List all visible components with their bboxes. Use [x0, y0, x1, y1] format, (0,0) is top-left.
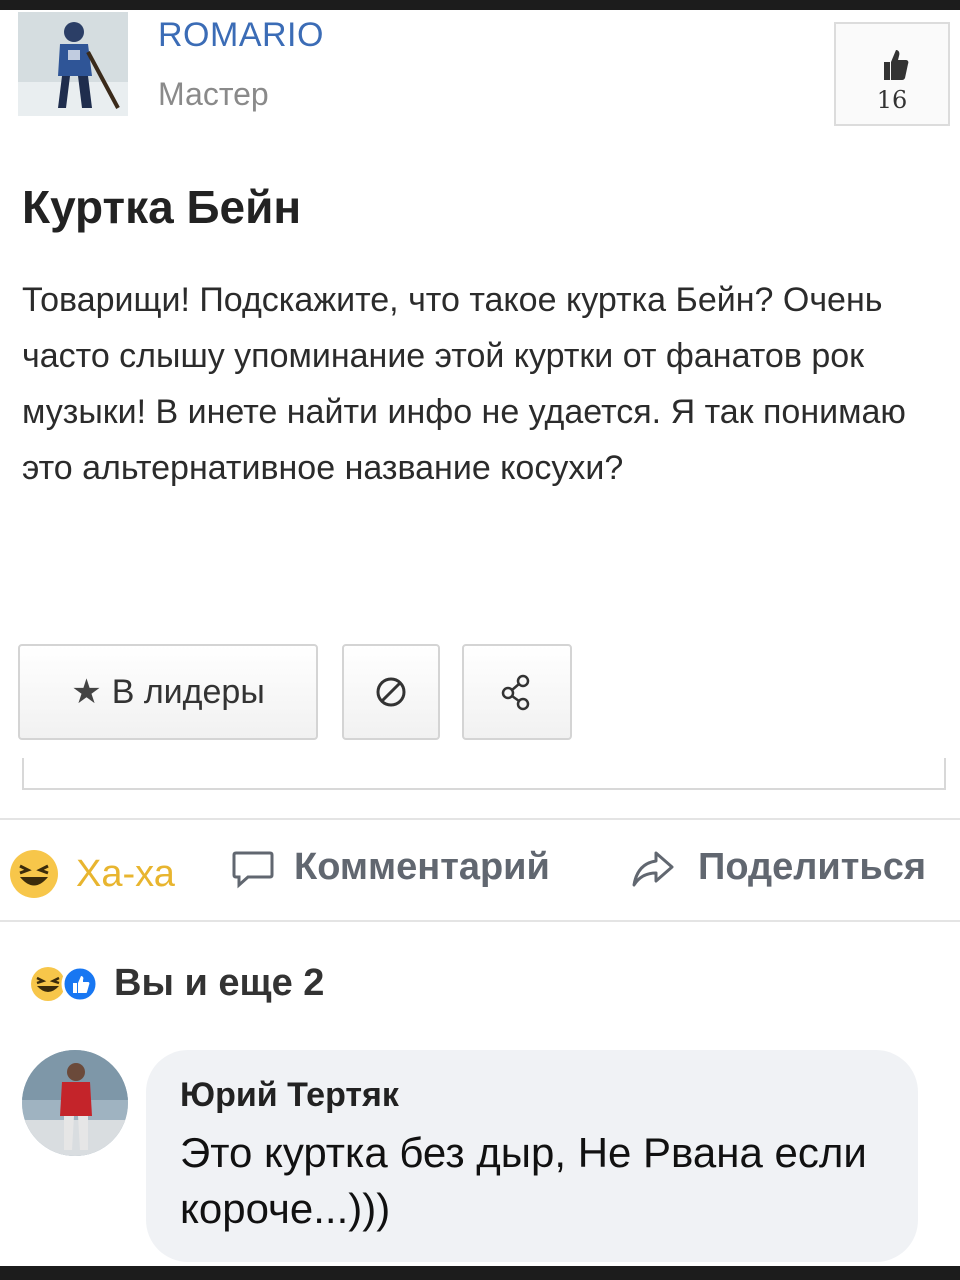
share-button[interactable]: Поделиться — [630, 846, 926, 889]
hockey-player-image — [18, 12, 128, 116]
star-icon: ★ — [71, 673, 102, 711]
post-title: Куртка Бейн — [22, 181, 302, 233]
share-nodes-button[interactable] — [462, 644, 572, 740]
like-counter-button[interactable]: 16 — [834, 22, 950, 126]
comment-button[interactable]: Комментарий — [230, 846, 550, 889]
content-frame — [22, 758, 946, 790]
haha-label: Ха-ха — [76, 852, 175, 895]
reactions-summary[interactable]: Вы и еще 2 — [28, 962, 324, 1005]
post-body: Товарищи! Подскажите, что такое куртка Б… — [22, 281, 906, 487]
like-count: 16 — [876, 86, 908, 114]
author-username[interactable]: ROMARIO — [158, 16, 324, 55]
reactions-summary-text: Вы и еще 2 — [114, 962, 325, 1004]
comment-bubble: Юрий Тертяк Это куртка без дыр, Не Рвана… — [146, 1050, 918, 1262]
comment-text: Это куртка без дыр, Не Рвана если короче… — [180, 1129, 867, 1232]
like-icon — [61, 965, 99, 1002]
block-button[interactable] — [342, 644, 440, 740]
author-avatar[interactable] — [18, 12, 128, 116]
comment-author[interactable]: Юрий Тертяк — [180, 1076, 884, 1115]
divider — [0, 920, 960, 922]
divider — [0, 818, 960, 820]
thumbs-up-icon — [884, 50, 909, 80]
share-arrow-icon — [632, 851, 674, 886]
share-nodes-icon — [501, 674, 530, 711]
commenter-avatar[interactable] — [22, 1050, 128, 1156]
bottom-bar — [0, 1266, 960, 1280]
share-label: Поделиться — [698, 846, 927, 888]
author-rank: Мастер — [158, 76, 269, 112]
block-icon — [376, 677, 406, 707]
top-bar — [0, 0, 960, 10]
haha-icon — [10, 850, 58, 898]
comment-label: Комментарий — [294, 846, 550, 888]
to-leaders-button[interactable]: ★ В лидеры — [18, 644, 318, 740]
commenter-photo — [22, 1050, 128, 1156]
to-leaders-label: В лидеры — [111, 672, 265, 711]
comment-icon — [232, 851, 274, 888]
haha-reaction-button[interactable]: Ха-ха — [6, 846, 175, 902]
